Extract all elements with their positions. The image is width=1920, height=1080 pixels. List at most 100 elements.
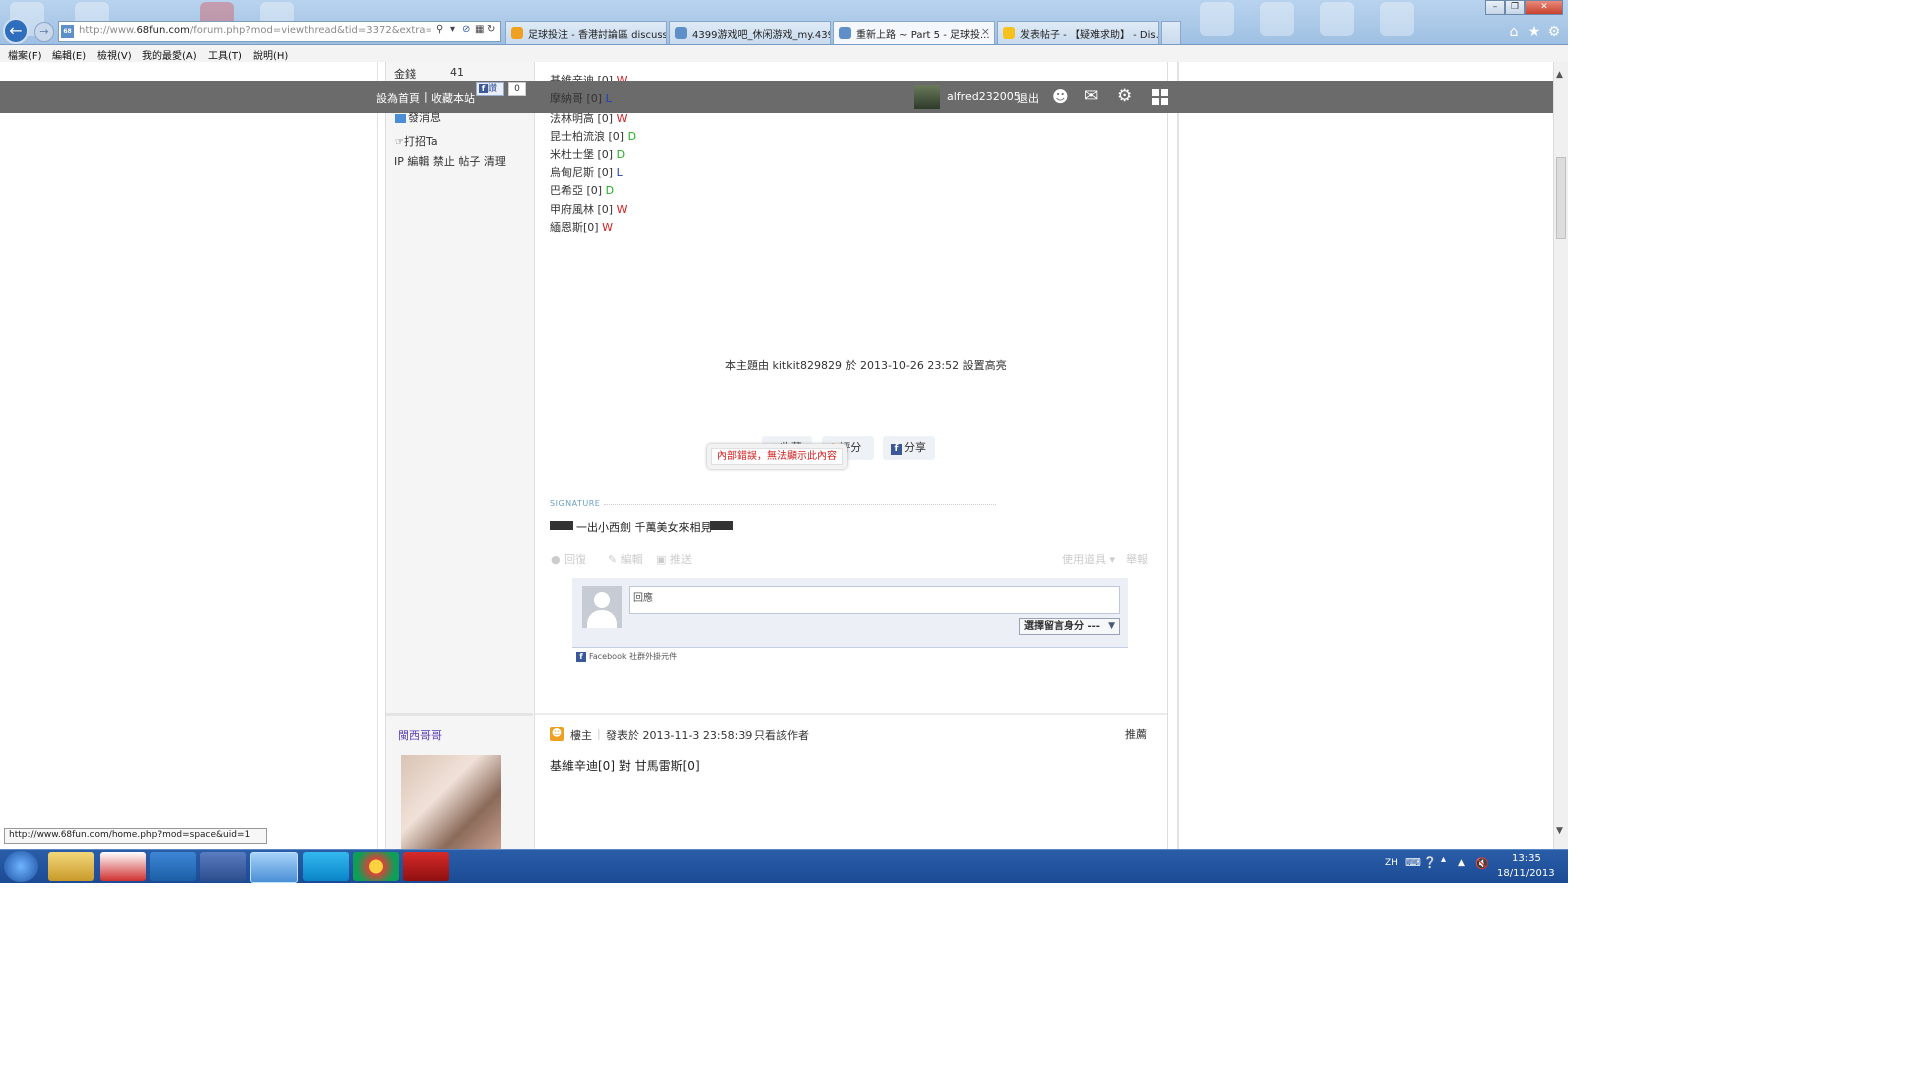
page-scrollbar[interactable]: ▲ ▼ [1553,62,1568,849]
search-icon[interactable]: ⚲ [436,24,443,35]
result-row: 米杜士堡 [0] D [550,148,626,161]
use-tool-link[interactable]: 使用道具 ▾ [1062,551,1115,567]
facebook-comment-input[interactable]: 回應 [629,586,1120,614]
only-author-link[interactable]: 只看該作者 [754,727,809,743]
show-hidden-icons-icon[interactable]: ▲ [1458,858,1465,868]
tab-close-icon[interactable]: × [981,25,990,38]
desktop-blur [1260,2,1294,36]
menu-favorites[interactable]: 我的最愛(A) [142,47,197,62]
set-homepage-link[interactable]: 設為首頁 [376,90,420,106]
desktop-blur [1380,2,1414,36]
owner-icon: ☻ [550,727,564,741]
username-link[interactable]: alfred232005 [947,90,1021,103]
push-link[interactable]: ▣ 推送 [656,551,692,567]
refresh-icon[interactable]: ↻ [487,24,495,35]
help-icon[interactable]: ❔ [1423,856,1437,869]
scroll-up-arrow-icon[interactable]: ▲ [1556,70,1563,80]
tools-gear-icon[interactable]: ⚙ [1546,24,1562,40]
edit-link[interactable]: ✎ 編輯 [608,551,643,567]
tab-2[interactable]: 4399游戏吧_休闲游戏_my.439... [669,21,831,44]
greet-link[interactable]: ☞打招Ta [395,133,438,149]
user-avatar[interactable] [914,85,940,109]
close-window-button[interactable]: ✕ [1525,0,1563,15]
menu-view[interactable]: 檢視(V) [97,47,132,62]
gold-label: 金錢 [394,68,416,81]
recommend-link[interactable]: 推薦 [1125,726,1147,742]
admin-links[interactable]: IP 編輯 禁止 帖子 清理 [394,153,506,169]
edit-icon: ✎ [608,553,618,566]
compat-view-icon[interactable]: ⊘ [462,24,470,35]
menu-tools[interactable]: 工具(T) [208,47,242,62]
forward-button[interactable]: → [34,22,54,42]
report-link[interactable]: 舉報 [1126,551,1148,567]
tab-title: 4399游戏吧_休闲游戏_my.439... [692,30,831,41]
post-divider-left [386,713,533,716]
outlook-taskbar-icon[interactable] [150,852,196,881]
skype-taskbar-icon[interactable] [303,852,349,881]
error-message: 內部錯誤，無法顯示此內容 [711,448,843,465]
address-url: http://www.68fun.com/forum.php?mod=viewt… [79,25,431,36]
send-message-link[interactable]: 發消息 [395,109,441,125]
volume-muted-icon[interactable]: 🔇 [1475,857,1489,870]
separator: | [597,727,601,740]
facebook-like-count: 0 [508,82,526,96]
logout-link[interactable]: 退出 [1017,90,1039,106]
chevron-down-icon: ▼ [1108,621,1115,631]
menu-edit[interactable]: 編輯(E) [52,47,86,62]
keyboard-icon[interactable]: ⌨ [1405,856,1421,869]
menu-help[interactable]: 說明(H) [253,47,288,62]
identity-select[interactable]: 選擇留言身分 --- ▼ [1019,618,1120,635]
profile-icon[interactable]: ☻ [1052,87,1069,106]
reply-icon: ● [551,553,561,566]
highlight-notice: 本主題由 kitkit829829 於 2013-10-26 23:52 設置高… [725,359,1007,372]
ime-indicator[interactable]: ZH [1385,858,1398,868]
scroll-down-arrow-icon[interactable]: ▼ [1556,826,1563,836]
clock-time[interactable]: 13:35 [1512,853,1541,864]
filezilla-taskbar-icon[interactable] [403,852,449,881]
restore-button[interactable]: ❐ [1505,0,1525,15]
menu-file[interactable]: 檔案(F) [8,47,42,62]
facebook-like-button[interactable]: f讚 [476,82,504,96]
post-author-link[interactable]: 閩西哥哥 [398,727,442,743]
content-border [1167,62,1168,849]
dropdown-arrow-icon[interactable]: ▾ [450,24,455,35]
result-row: 巴希亞 [0] D [550,184,615,197]
result-row: 法林明高 [0] W [550,112,628,125]
desktop-blur [1200,2,1234,36]
start-button[interactable] [4,851,38,882]
mail-icon[interactable]: ✉ [1084,86,1098,106]
post-tab-icon [1003,27,1015,39]
language-icon[interactable]: ▴ [1441,854,1446,865]
app-taskbar-icon[interactable] [100,852,146,881]
tab-1[interactable]: 足球投注 - 香港討論區 discuss... [505,21,667,44]
new-tab-button[interactable] [1161,21,1181,44]
apps-grid-icon[interactable] [1152,89,1169,106]
post-timestamp: 發表於 2013-11-3 23:58:39 [606,729,753,742]
windows-taskbar: ZH ⌨ ❔ ▴ ▲ 🔇 13:35 18/11/2013 [0,849,1568,883]
signature-text: 一出小西劍 千萬美女來相見 [576,521,712,534]
tab-3-active[interactable]: 重新上路 ~ Part 5 - 足球投... × [833,21,995,44]
content-border [377,62,378,849]
internet-explorer-taskbar-icon[interactable] [250,852,298,883]
address-bar[interactable]: 68 http://www.68fun.com/forum.php?mod=vi… [58,21,501,42]
bookmark-site-link[interactable]: 收藏本站 [431,90,475,106]
tab-4[interactable]: 发表帖子 - 【疑难求助】 - Dis... [997,21,1159,44]
facebook-plugin-label[interactable]: f Facebook 社群外掛元件 [576,651,677,662]
author-avatar-image[interactable] [401,755,501,849]
signature-label: SIGNATURE [550,499,601,508]
clock-date[interactable]: 18/11/2013 [1497,868,1555,879]
explorer-taskbar-icon[interactable] [48,852,94,881]
settings-gear-icon[interactable]: ⚙ [1117,86,1132,106]
favorites-star-icon[interactable]: ★ [1526,24,1542,40]
share-button[interactable]: f 分享 [883,436,935,460]
reply-link[interactable]: ● 回復 [551,551,586,567]
compat-icon[interactable]: ▦ [475,24,484,35]
result-row: 摩納哥 [0] L [550,92,612,105]
chrome-taskbar-icon[interactable] [353,852,399,881]
tab-title: 重新上路 ~ Part 5 - 足球投... [856,30,990,41]
paint-taskbar-icon[interactable] [200,852,246,881]
home-icon[interactable]: ⌂ [1506,24,1522,40]
minimize-button[interactable]: – [1485,0,1505,15]
back-button[interactable]: ← [3,18,29,44]
scroll-thumb[interactable] [1556,157,1566,239]
